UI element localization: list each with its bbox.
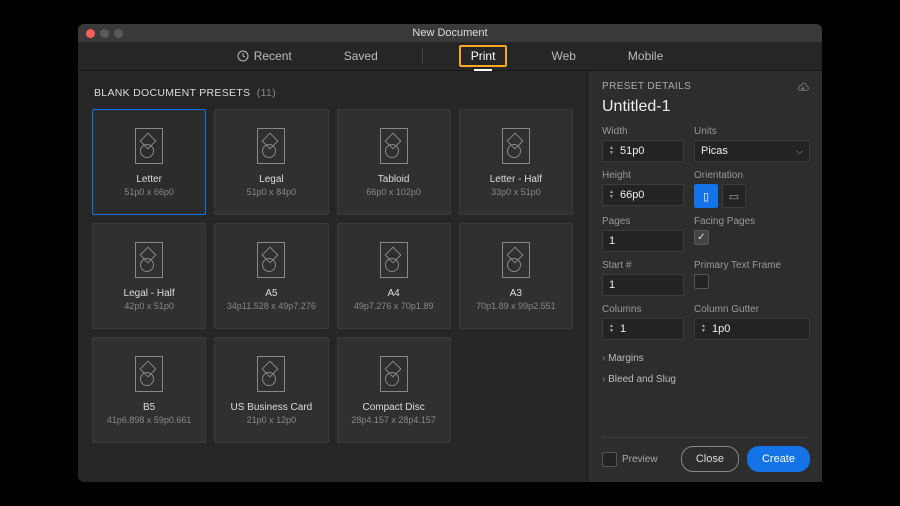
preset-name: Legal - Half [124, 288, 175, 299]
document-icon [257, 128, 285, 164]
preset-dimensions: 21p0 x 12p0 [247, 415, 297, 425]
start-input[interactable]: 1 [602, 274, 684, 296]
units-select[interactable]: Picas⌵ [694, 140, 810, 162]
preset-grid: Letter 51p0 x 66p0 Legal 51p0 x 84p0 Tabloid… [92, 109, 573, 443]
units-label: Units [694, 126, 810, 137]
pages-label: Pages [602, 216, 684, 227]
orientation-landscape-button[interactable]: ▭ [722, 184, 746, 208]
new-document-dialog: New Document Recent Saved Print Web Mobi… [78, 24, 822, 482]
facing-pages-checkbox[interactable]: ✓ [694, 230, 709, 245]
presets-header: BLANK DOCUMENT PRESETS (11) [94, 87, 573, 99]
preset-dimensions: 51p0 x 84p0 [247, 187, 297, 197]
columns-input[interactable]: ▲▼1 [602, 318, 684, 340]
stepper-icon[interactable]: ▲▼ [609, 324, 614, 334]
document-icon [135, 128, 163, 164]
columns-label: Columns [602, 304, 684, 315]
orientation-portrait-button[interactable]: ▯ [694, 184, 718, 208]
preset-dimensions: 42p0 x 51p0 [124, 301, 174, 311]
bleed-expander[interactable]: Bleed and Slug [602, 369, 810, 390]
preset-dimensions: 33p0 x 51p0 [491, 187, 541, 197]
document-icon [257, 242, 285, 278]
document-icon [380, 128, 408, 164]
preset-details-panel: PRESET DETAILS Untitled-1 Width ▲▼51p0 U… [587, 71, 822, 482]
preset-dimensions: 28p4.157 x 28p4.157 [351, 415, 436, 425]
document-icon [135, 356, 163, 392]
create-button[interactable]: Create [747, 446, 810, 472]
stepper-icon[interactable]: ▲▼ [609, 190, 614, 200]
window-title: New Document [78, 27, 822, 39]
preset-name: Compact Disc [363, 402, 425, 413]
preset-card[interactable]: US Business Card 21p0 x 12p0 [214, 337, 328, 443]
document-icon [257, 356, 285, 392]
preset-card[interactable]: B5 41p6.898 x 59p0.661 [92, 337, 206, 443]
preset-card[interactable]: Letter - Half 33p0 x 51p0 [459, 109, 573, 215]
height-label: Height [602, 170, 684, 181]
preset-dimensions: 34p11.528 x 49p7.276 [227, 301, 316, 311]
category-tabs: Recent Saved Print Web Mobile [78, 42, 822, 71]
preset-card[interactable]: A4 49p7.276 x 70p1.89 [337, 223, 451, 329]
stepper-icon[interactable]: ▲▼ [701, 324, 706, 334]
preset-name: A5 [265, 288, 277, 299]
pages-input[interactable]: 1 [602, 230, 684, 252]
width-label: Width [602, 126, 684, 137]
width-input[interactable]: ▲▼51p0 [602, 140, 684, 162]
preset-card[interactable]: Legal - Half 42p0 x 51p0 [92, 223, 206, 329]
details-header: PRESET DETAILS [602, 81, 691, 92]
facing-pages-label: Facing Pages [694, 216, 810, 227]
clock-icon [237, 50, 249, 62]
preset-dimensions: 70p1.89 x 99p2.551 [476, 301, 556, 311]
preset-name: Letter - Half [490, 174, 542, 185]
preset-name: B5 [143, 402, 155, 413]
preset-card[interactable]: Tabloid 66p0 x 102p0 [337, 109, 451, 215]
tab-recent[interactable]: Recent [229, 45, 300, 67]
preset-name: A3 [510, 288, 522, 299]
preset-dimensions: 51p0 x 66p0 [124, 187, 174, 197]
document-icon [135, 242, 163, 278]
margins-expander[interactable]: Margins [602, 348, 810, 369]
cloud-download-icon[interactable] [796, 82, 810, 92]
tab-mobile[interactable]: Mobile [620, 45, 671, 67]
tab-web[interactable]: Web [543, 45, 583, 67]
document-icon [502, 242, 530, 278]
tab-divider [422, 48, 423, 64]
preview-label: Preview [622, 454, 658, 465]
preset-card[interactable]: Letter 51p0 x 66p0 [92, 109, 206, 215]
document-icon [502, 128, 530, 164]
primary-text-frame-label: Primary Text Frame [694, 260, 810, 271]
preset-name: US Business Card [231, 402, 313, 413]
preset-card[interactable]: Compact Disc 28p4.157 x 28p4.157 [337, 337, 451, 443]
preset-name: A4 [388, 288, 400, 299]
height-input[interactable]: ▲▼66p0 [602, 184, 684, 206]
preset-dimensions: 41p6.898 x 59p0.661 [107, 415, 192, 425]
orientation-label: Orientation [694, 170, 810, 181]
preset-dimensions: 66p0 x 102p0 [366, 187, 421, 197]
titlebar: New Document [78, 24, 822, 42]
start-label: Start # [602, 260, 684, 271]
preset-dimensions: 49p7.276 x 70p1.89 [354, 301, 434, 311]
close-button[interactable]: Close [681, 446, 739, 472]
primary-text-frame-checkbox[interactable] [694, 274, 709, 289]
document-name[interactable]: Untitled-1 [602, 98, 810, 116]
preset-name: Legal [259, 174, 283, 185]
gutter-input[interactable]: ▲▼1p0 [694, 318, 810, 340]
gutter-label: Column Gutter [694, 304, 810, 315]
preset-card[interactable]: Legal 51p0 x 84p0 [214, 109, 328, 215]
stepper-icon[interactable]: ▲▼ [609, 146, 614, 156]
tab-print[interactable]: Print [459, 45, 508, 67]
preset-name: Letter [136, 174, 162, 185]
preset-card[interactable]: A5 34p11.528 x 49p7.276 [214, 223, 328, 329]
preview-checkbox[interactable] [602, 452, 617, 467]
preset-name: Tabloid [378, 174, 410, 185]
preset-card[interactable]: A3 70p1.89 x 99p2.551 [459, 223, 573, 329]
document-icon [380, 356, 408, 392]
tab-saved[interactable]: Saved [336, 45, 386, 67]
chevron-down-icon: ⌵ [796, 146, 803, 157]
document-icon [380, 242, 408, 278]
